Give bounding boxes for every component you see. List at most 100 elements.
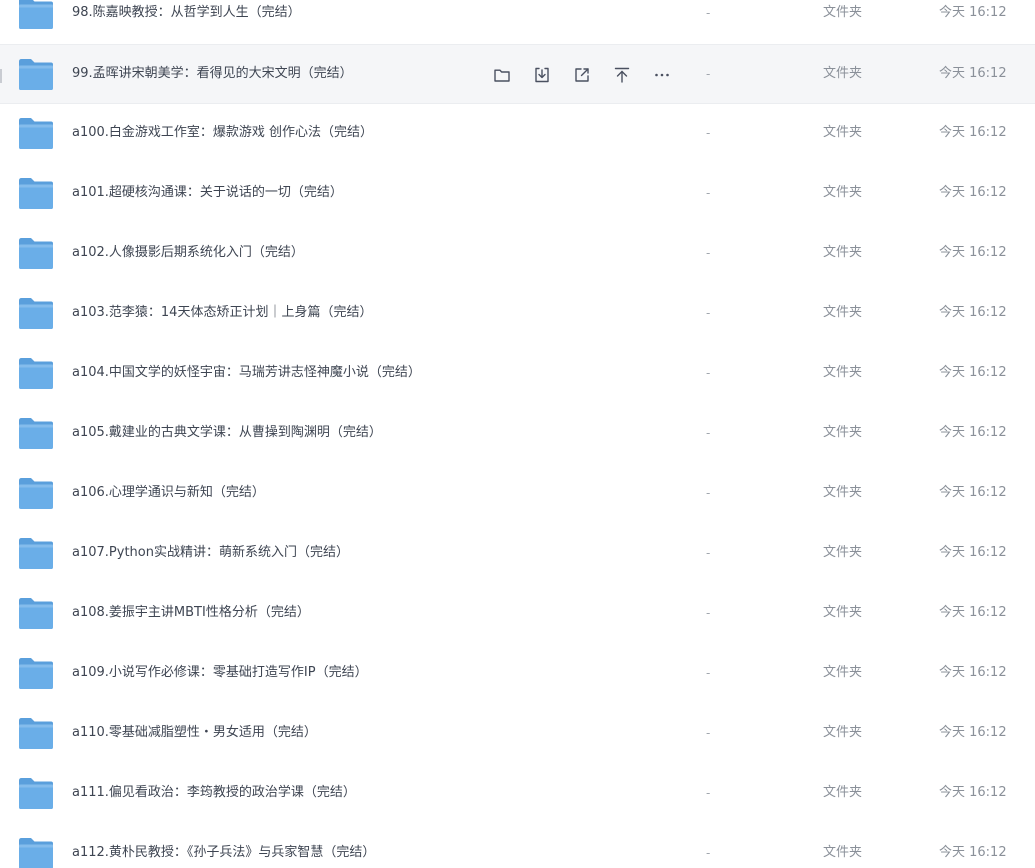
file-row[interactable]: a104.中国文学的妖怪宇宙：马瑞芳讲志怪神魔小说（完结） - 文件夹 今天 16:1… (0, 344, 1035, 404)
file-size: - (706, 846, 711, 860)
file-row[interactable]: a100.白金游戏工作室：爆款游戏 创作心法（完结） - 文件夹 今天 16:12 (0, 104, 1035, 164)
folder-outline-icon (493, 66, 511, 84)
file-name[interactable]: 99.孟晖讲宋朝美学：看得见的大宋文明（完结） (72, 64, 353, 84)
file-name[interactable]: a109.小说写作必修课：零基础打造写作IP（完结） (72, 663, 368, 683)
file-size: - (706, 366, 711, 380)
file-name[interactable]: a103.范李猿：14天体态矫正计划｜上身篇（完结） (72, 303, 372, 323)
file-type: 文件夹 (823, 245, 863, 260)
file-modified-time: 今天 16:12 (939, 785, 1007, 800)
file-modified-time: 今天 16:12 (939, 365, 1007, 380)
folder-icon[interactable] (18, 237, 54, 270)
file-size: - (706, 6, 711, 20)
file-modified-time: 今天 16:12 (939, 305, 1007, 320)
file-row[interactable]: a103.范李猿：14天体态矫正计划｜上身篇（完结） - 文件夹 今天 16:12 (0, 284, 1035, 344)
file-size: - (706, 726, 711, 740)
file-row[interactable]: a111.偏见看政治：李筠教授的政治学课（完结） - 文件夹 今天 16:12 (0, 764, 1035, 824)
row-hover-marker (0, 69, 2, 83)
file-modified-time: 今天 16:12 (939, 425, 1007, 440)
file-name[interactable]: a111.偏见看政治：李筠教授的政治学课（完结） (72, 783, 356, 803)
file-name[interactable]: a107.Python实战精讲：萌新系统入门（完结） (72, 543, 349, 563)
file-size: - (706, 126, 711, 140)
file-name[interactable]: a110.零基础减脂塑性・男女适用（完结） (72, 723, 317, 743)
file-size: - (706, 546, 711, 560)
file-modified-time: 今天 16:12 (939, 66, 1007, 81)
file-name[interactable]: a101.超硬核沟通课：关于说话的一切（完结） (72, 183, 343, 203)
folder-icon[interactable] (18, 117, 54, 150)
file-modified-time: 今天 16:12 (939, 485, 1007, 500)
file-size: - (706, 666, 711, 680)
file-row[interactable]: a105.戴建业的古典文学课：从曹操到陶渊明（完结） - 文件夹 今天 16:12 (0, 404, 1035, 464)
pin-to-top-icon (613, 66, 631, 84)
file-name[interactable]: a108.姜振宇主讲MBTI性格分析（完结） (72, 603, 310, 623)
file-size: - (706, 426, 711, 440)
file-size: - (706, 246, 711, 260)
file-type: 文件夹 (823, 845, 863, 860)
file-modified-time: 今天 16:12 (939, 665, 1007, 680)
file-row[interactable]: a108.姜振宇主讲MBTI性格分析（完结） - 文件夹 今天 16:12 (0, 584, 1035, 644)
file-type: 文件夹 (823, 125, 863, 140)
folder-icon[interactable] (18, 58, 54, 91)
file-size: - (706, 486, 711, 500)
file-type: 文件夹 (823, 5, 863, 20)
file-row[interactable]: a106.心理学通识与新知（完结） - 文件夹 今天 16:12 (0, 464, 1035, 524)
file-row[interactable]: 99.孟晖讲宋朝美学：看得见的大宋文明（完结） - 文件夹 今天 16:12 (0, 44, 1035, 104)
folder-icon[interactable] (18, 297, 54, 330)
row-actions (490, 63, 690, 87)
share-icon (573, 66, 591, 84)
folder-icon[interactable] (18, 357, 54, 390)
folder-icon[interactable] (18, 177, 54, 210)
folder-icon[interactable] (18, 717, 54, 750)
file-modified-time: 今天 16:12 (939, 5, 1007, 20)
folder-icon[interactable] (18, 777, 54, 810)
file-type: 文件夹 (823, 485, 863, 500)
share-button[interactable] (570, 63, 594, 87)
folder-icon[interactable] (18, 657, 54, 690)
folder-icon[interactable] (18, 837, 54, 868)
file-size: - (706, 186, 711, 200)
file-type: 文件夹 (823, 785, 863, 800)
file-type: 文件夹 (823, 185, 863, 200)
file-type: 文件夹 (823, 305, 863, 320)
file-size: - (706, 606, 711, 620)
file-modified-time: 今天 16:12 (939, 245, 1007, 260)
file-row[interactable]: a110.零基础减脂塑性・男女适用（完结） - 文件夹 今天 16:12 (0, 704, 1035, 764)
file-row[interactable]: a101.超硬核沟通课：关于说话的一切（完结） - 文件夹 今天 16:12 (0, 164, 1035, 224)
folder-icon[interactable] (18, 597, 54, 630)
download-button[interactable] (530, 63, 554, 87)
file-list: 98.陈嘉映教授：从哲学到人生（完结） - 文件夹 今天 16:12 99.孟晖讲宋朝美… (0, 0, 1035, 868)
move-to-top-button[interactable] (610, 63, 634, 87)
file-type: 文件夹 (823, 425, 863, 440)
folder-icon[interactable] (18, 417, 54, 450)
file-type: 文件夹 (823, 605, 863, 620)
file-row[interactable]: a109.小说写作必修课：零基础打造写作IP（完结） - 文件夹 今天 16:12 (0, 644, 1035, 704)
file-row[interactable]: a107.Python实战精讲：萌新系统入门（完结） - 文件夹 今天 16:12 (0, 524, 1035, 584)
file-type: 文件夹 (823, 665, 863, 680)
file-modified-time: 今天 16:12 (939, 185, 1007, 200)
file-name[interactable]: a112.黄朴民教授：《孙子兵法》与兵家智慧（完结） (72, 843, 375, 863)
file-size: - (706, 67, 711, 81)
file-name[interactable]: a106.心理学通识与新知（完结） (72, 483, 265, 503)
file-name[interactable]: 98.陈嘉映教授：从哲学到人生（完结） (72, 3, 301, 23)
file-name[interactable]: a100.白金游戏工作室：爆款游戏 创作心法（完结） (72, 123, 373, 143)
file-modified-time: 今天 16:12 (939, 545, 1007, 560)
file-modified-time: 今天 16:12 (939, 125, 1007, 140)
file-modified-time: 今天 16:12 (939, 725, 1007, 740)
more-icon (653, 66, 671, 84)
file-name[interactable]: a102.人像摄影后期系统化入门（完结） (72, 243, 304, 263)
file-type: 文件夹 (823, 725, 863, 740)
file-modified-time: 今天 16:12 (939, 605, 1007, 620)
file-name[interactable]: a104.中国文学的妖怪宇宙：马瑞芳讲志怪神魔小说（完结） (72, 363, 421, 383)
open-folder-button[interactable] (490, 63, 514, 87)
file-name[interactable]: a105.戴建业的古典文学课：从曹操到陶渊明（完结） (72, 423, 382, 443)
file-size: - (706, 306, 711, 320)
file-row[interactable]: 98.陈嘉映教授：从哲学到人生（完结） - 文件夹 今天 16:12 (0, 0, 1035, 44)
folder-icon[interactable] (18, 537, 54, 570)
file-size: - (706, 786, 711, 800)
file-row[interactable]: a112.黄朴民教授：《孙子兵法》与兵家智慧（完结） - 文件夹 今天 16:12 (0, 824, 1035, 868)
folder-icon[interactable] (18, 477, 54, 510)
more-button[interactable] (650, 63, 674, 87)
file-row[interactable]: a102.人像摄影后期系统化入门（完结） - 文件夹 今天 16:12 (0, 224, 1035, 284)
folder-icon[interactable] (18, 0, 54, 30)
file-type: 文件夹 (823, 545, 863, 560)
file-type: 文件夹 (823, 66, 863, 81)
